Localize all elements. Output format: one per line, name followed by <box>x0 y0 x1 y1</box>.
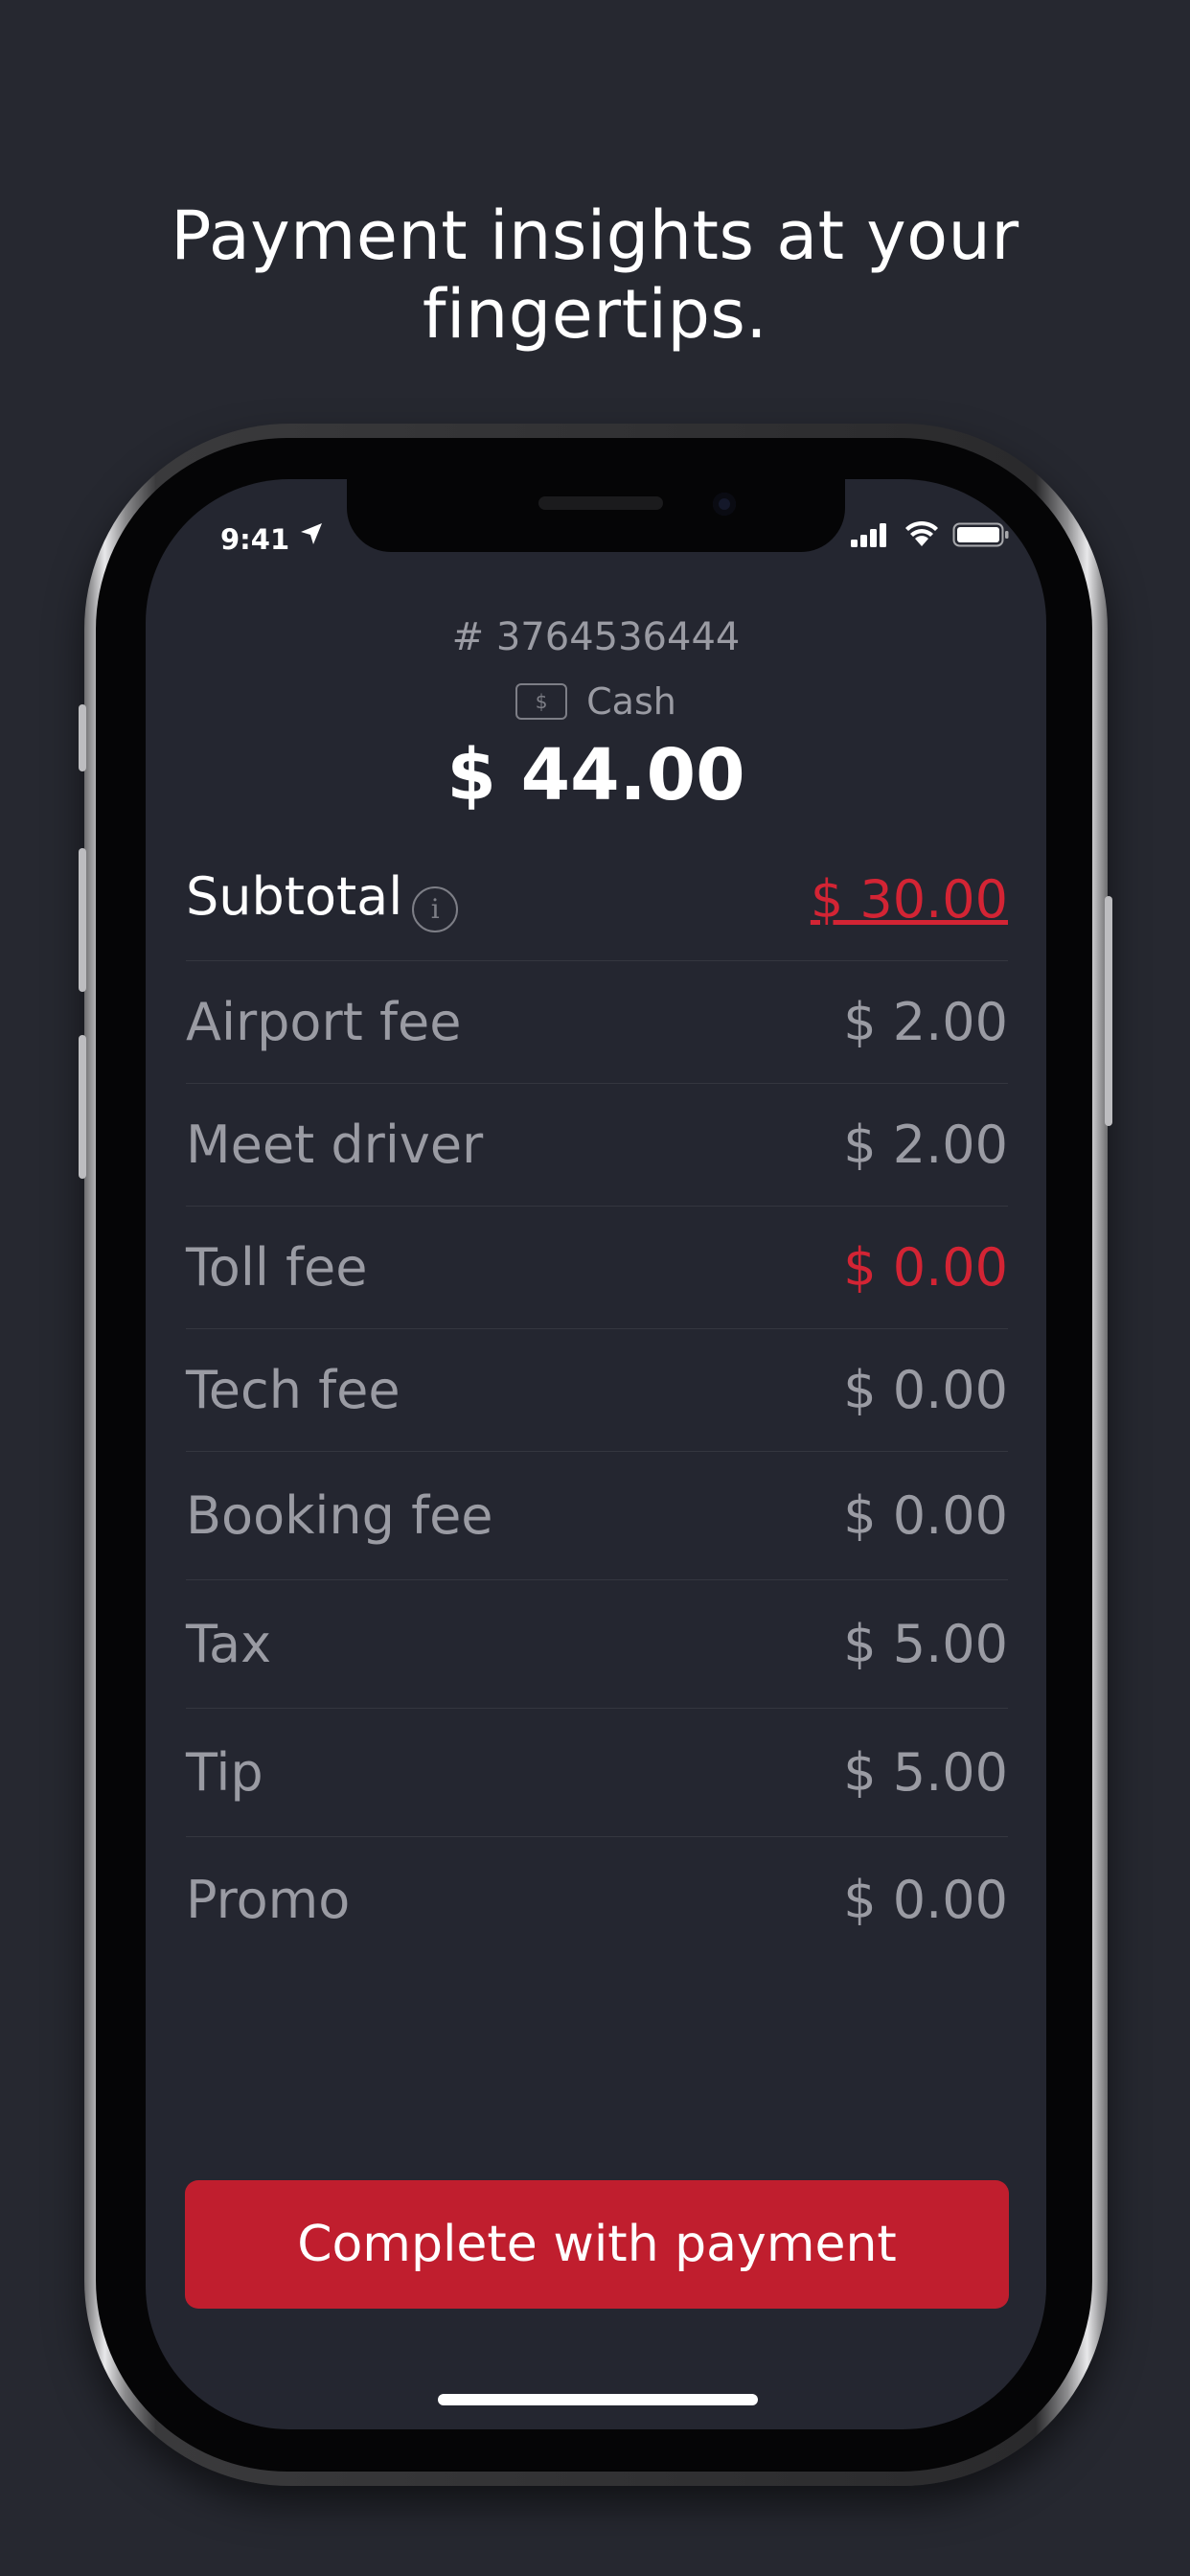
phone-screen: 9:41 # 3764536444 $ Cash $ 44.00 Subtotal… <box>146 479 1046 2429</box>
breakdown-value: $ 0.00 <box>843 1485 1008 1546</box>
marketing-headline: Payment insights at your fingertips. <box>171 196 1019 354</box>
fare-breakdown: Subtotal i $ 30.00 Airport fee $ 2.00 Mee… <box>186 839 1008 1962</box>
breakdown-label: Toll fee <box>186 1237 368 1298</box>
breakdown-row-booking-fee: Booking fee $ 0.00 <box>186 1452 1008 1580</box>
mute-switch <box>79 704 86 771</box>
breakdown-value: $ 5.00 <box>843 1742 1008 1803</box>
wifi-icon <box>905 520 938 546</box>
speaker <box>538 496 663 510</box>
breakdown-label: Subtotal <box>186 865 403 927</box>
breakdown-row-promo: Promo $ 0.00 <box>186 1837 1008 1962</box>
order-number: # 3764536444 <box>451 615 741 659</box>
breakdown-label: Booking fee <box>186 1485 493 1546</box>
status-time: 9:41 <box>220 523 290 556</box>
volume-down-button <box>79 1035 86 1179</box>
breakdown-row-tax: Tax $ 5.00 <box>186 1580 1008 1709</box>
notch <box>347 479 845 552</box>
breakdown-row-meet-driver: Meet driver $ 2.00 <box>186 1084 1008 1207</box>
home-indicator[interactable] <box>438 2394 758 2405</box>
breakdown-label: Tax <box>186 1614 272 1674</box>
breakdown-value: $ 5.00 <box>843 1614 1008 1674</box>
breakdown-label: Tech fee <box>186 1360 400 1420</box>
payment-method-label: Cash <box>586 680 676 723</box>
breakdown-label-wrap: Subtotal i <box>186 865 459 933</box>
breakdown-value: $ 0.00 <box>843 1237 1008 1298</box>
breakdown-value: $ 2.00 <box>843 1115 1008 1175</box>
total-amount: $ 44.00 <box>446 734 745 816</box>
breakdown-row-airport-fee: Airport fee $ 2.00 <box>186 961 1008 1084</box>
battery-icon <box>952 522 1009 547</box>
power-button <box>1105 896 1112 1126</box>
breakdown-label: Promo <box>186 1869 351 1930</box>
breakdown-label: Tip <box>186 1742 263 1803</box>
breakdown-row-tech-fee: Tech fee $ 0.00 <box>186 1329 1008 1452</box>
breakdown-row-subtotal: Subtotal i $ 30.00 <box>186 839 1008 961</box>
breakdown-label: Meet driver <box>186 1115 484 1175</box>
breakdown-value: $ 0.00 <box>843 1360 1008 1420</box>
cash-icon: $ <box>515 683 568 720</box>
breakdown-row-tip: Tip $ 5.00 <box>186 1709 1008 1837</box>
cellular-signal-icon <box>851 523 886 547</box>
breakdown-value: $ 2.00 <box>843 992 1008 1052</box>
info-icon[interactable]: i <box>412 886 459 933</box>
volume-up-button <box>79 848 86 992</box>
subtotal-link[interactable]: $ 30.00 <box>811 869 1008 930</box>
breakdown-row-toll-fee: Toll fee $ 0.00 <box>186 1207 1008 1329</box>
location-arrow-icon <box>301 523 322 544</box>
complete-with-payment-button[interactable]: Complete with payment <box>185 2180 1009 2309</box>
front-camera <box>713 493 736 516</box>
payment-method: $ Cash <box>146 680 1046 723</box>
breakdown-value: $ 0.00 <box>843 1869 1008 1930</box>
breakdown-label: Airport fee <box>186 992 462 1052</box>
